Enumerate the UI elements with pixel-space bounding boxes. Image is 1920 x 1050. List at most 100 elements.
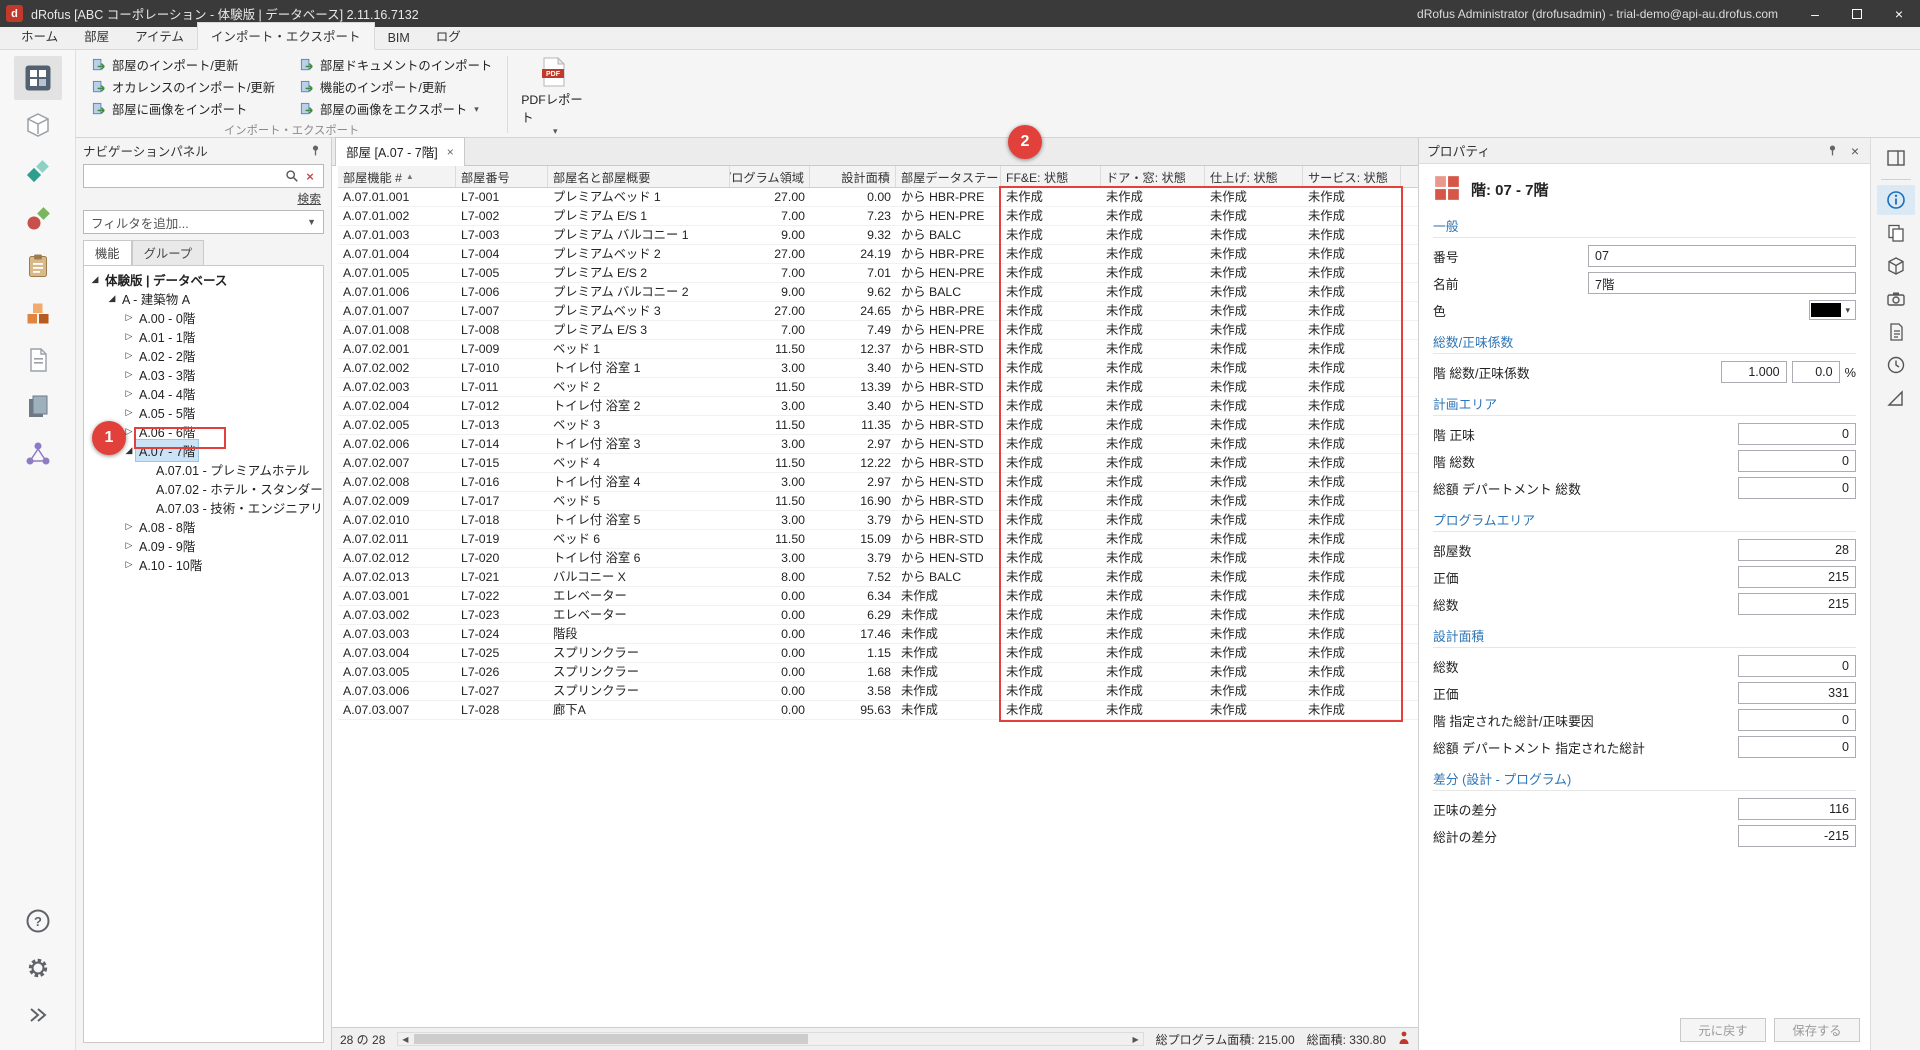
tree-item-root[interactable]: ◢体験版 | データベース (84, 270, 323, 289)
nav-tab-groups[interactable]: グループ (132, 240, 204, 265)
sidebar-reports-icon[interactable] (14, 385, 62, 429)
table-row[interactable]: A.07.03.006L7-027スプリンクラー0.003.58未作成未作成未作… (338, 682, 1418, 701)
ribbon-button-import-room-images[interactable]: 部屋に画像をインポート (84, 98, 282, 120)
color-swatch[interactable] (1811, 303, 1841, 317)
prop-input-design-gross[interactable] (1738, 655, 1856, 677)
history-icon[interactable] (1877, 350, 1915, 380)
scroll-right-icon[interactable]: ▶ (1129, 1035, 1143, 1044)
column-header-program-area[interactable]: プログラム領域 (730, 166, 810, 187)
table-row[interactable]: A.07.01.005L7-005プレミアム E/S 27.007.01から H… (338, 264, 1418, 283)
clear-search-icon[interactable]: × (301, 169, 319, 184)
tree-expander-icon[interactable]: ▷ (122, 426, 136, 437)
prop-input-number[interactable] (1588, 245, 1856, 267)
table-row[interactable]: A.07.02.001L7-009ベッド 111.5012.37から HBR-S… (338, 340, 1418, 359)
prop-input-dept-designed-gross[interactable] (1738, 736, 1856, 758)
sidebar-occurrences-icon[interactable] (14, 197, 62, 241)
settings-icon[interactable] (14, 946, 62, 990)
tree-item-a0703[interactable]: A.07.03 - 技術・エンジニアリング (84, 498, 323, 517)
close-tab-icon[interactable]: × (447, 145, 454, 159)
column-header-services-status[interactable]: サービス: 状態 (1303, 166, 1401, 187)
table-row[interactable]: A.07.03.001L7-022エレベーター0.006.34未作成未作成未作成… (338, 587, 1418, 606)
tree-item-a01[interactable]: ▷A.01 - 1階 (84, 327, 323, 346)
table-row[interactable]: A.07.03.007L7-028廊下A0.0095.63未作成未作成未作成未作… (338, 701, 1418, 720)
prop-input-floor-gross-net-factor-factor[interactable] (1721, 361, 1787, 383)
menu-tab-rooms[interactable]: 部屋 (71, 23, 122, 49)
measure-icon[interactable] (1877, 383, 1915, 413)
tree-item-a06[interactable]: ▷A.06 - 6階 (84, 422, 323, 441)
sidebar-specifications-icon[interactable] (14, 244, 62, 288)
table-row[interactable]: A.07.01.003L7-003プレミアム バルコニー 19.009.32から… (338, 226, 1418, 245)
tree-item-a0701[interactable]: A.07.01 - プレミアムホテル (84, 460, 323, 479)
prop-input-floor-designed-factor[interactable] (1738, 709, 1856, 731)
rooms-document-tab[interactable]: 部屋 [A.07 - 7階] × (335, 137, 465, 166)
column-header-design-area[interactable]: 設計面積 (810, 166, 896, 187)
menu-tab-home[interactable]: ホーム (8, 23, 71, 49)
add-filter-dropdown[interactable]: フィルタを追加... ▼ (83, 210, 324, 234)
table-row[interactable]: A.07.02.005L7-013ベッド 311.5011.35から HBR-S… (338, 416, 1418, 435)
tree-expander-icon[interactable]: ▷ (122, 540, 136, 551)
column-header-room-number[interactable]: 部屋番号 (456, 166, 548, 187)
table-row[interactable]: A.07.03.003L7-024階段0.0017.46未作成未作成未作成未作成… (338, 625, 1418, 644)
camera-icon[interactable] (1877, 284, 1915, 314)
table-row[interactable]: A.07.02.004L7-012トイレ付 浴室 23.003.40から HEN… (338, 397, 1418, 416)
prop-input-name[interactable] (1588, 272, 1856, 294)
tree-item-a07[interactable]: ◢A.07 - 7階 (84, 441, 323, 460)
search-link[interactable]: 検索 (86, 190, 321, 207)
table-row[interactable]: A.07.02.013L7-021バルコニー X8.007.52から BALC未… (338, 568, 1418, 587)
pin-icon[interactable] (1824, 142, 1842, 160)
search-input[interactable] (88, 169, 283, 183)
table-row[interactable]: A.07.02.002L7-010トイレ付 浴室 13.003.40から HEN… (338, 359, 1418, 378)
sidebar-products-icon[interactable] (14, 291, 62, 335)
ribbon-button-export-room-images[interactable]: 部屋の画像をエクスポート▾ (292, 98, 499, 120)
sidebar-rooms-icon[interactable] (14, 56, 62, 100)
close-button[interactable]: × (1878, 0, 1920, 27)
prop-input-gross-difference[interactable] (1738, 825, 1856, 847)
ribbon-button-import-occurrences[interactable]: オカレンスのインポート/更新 (84, 76, 282, 98)
column-header-ffe-status[interactable]: FF&E: 状態 (1001, 166, 1101, 187)
tree-item-a08[interactable]: ▷A.08 - 8階 (84, 517, 323, 536)
table-row[interactable]: A.07.02.007L7-015ベッド 411.5012.22から HBR-S… (338, 454, 1418, 473)
table-row[interactable]: A.07.01.004L7-004プレミアムベッド 227.0024.19から … (338, 245, 1418, 264)
column-header-room-data-status[interactable]: 部屋データステータス (896, 166, 1001, 187)
prop-input-program-gross[interactable] (1738, 593, 1856, 615)
table-row[interactable]: A.07.01.006L7-006プレミアム バルコニー 29.009.62から… (338, 283, 1418, 302)
color-picker[interactable]: ▾ (1809, 300, 1856, 320)
prop-input-floor-gross-net-factor-percent[interactable] (1792, 361, 1840, 383)
prop-input-dept-gross[interactable] (1738, 477, 1856, 499)
table-row[interactable]: A.07.01.002L7-002プレミアム E/S 17.007.23から H… (338, 207, 1418, 226)
tree-expander-icon[interactable]: ▷ (122, 559, 136, 570)
prop-input-program-net[interactable] (1738, 566, 1856, 588)
tree-expander-icon[interactable]: ▷ (122, 388, 136, 399)
table-row[interactable]: A.07.01.001L7-001プレミアムベッド 127.000.00から H… (338, 188, 1418, 207)
tree-item-building-a[interactable]: ◢A - 建築物 A (84, 289, 323, 308)
tree-item-a04[interactable]: ▷A.04 - 4階 (84, 384, 323, 403)
tree-item-a00[interactable]: ▷A.00 - 0階 (84, 308, 323, 327)
model-icon[interactable] (1877, 251, 1915, 281)
prop-input-net-difference[interactable] (1738, 798, 1856, 820)
ribbon-button-import-functions[interactable]: 機能のインポート/更新 (292, 76, 499, 98)
prop-input-design-net[interactable] (1738, 682, 1856, 704)
tree-expander-icon[interactable]: ▷ (122, 331, 136, 342)
maximize-button[interactable] (1836, 0, 1878, 27)
save-button[interactable]: 保存する (1774, 1018, 1860, 1042)
prop-input-room-count[interactable] (1738, 539, 1856, 561)
undo-button[interactable]: 元に戻す (1680, 1018, 1766, 1042)
sidebar-documents-icon[interactable] (14, 338, 62, 382)
close-panel-icon[interactable]: × (1848, 143, 1862, 159)
menu-tab-bim[interactable]: BIM (375, 28, 423, 49)
tree-item-a10[interactable]: ▷A.10 - 10階 (84, 555, 323, 574)
tree-expander-icon[interactable]: ▷ (122, 312, 136, 323)
ribbon-button-import-room-documents[interactable]: 部屋ドキュメントのインポート (292, 54, 499, 76)
search-icon[interactable] (283, 169, 301, 183)
column-header-function[interactable]: 部屋機能 #▲ (338, 166, 456, 187)
tree-item-a03[interactable]: ▷A.03 - 3階 (84, 365, 323, 384)
tree-expander-icon[interactable]: ◢ (88, 274, 102, 285)
column-header-doors-windows-status[interactable]: ドア・窓: 状態 (1101, 166, 1205, 187)
prop-input-floor-net[interactable] (1738, 423, 1856, 445)
table-row[interactable]: A.07.03.002L7-023エレベーター0.006.29未作成未作成未作成… (338, 606, 1418, 625)
sidebar-systems-icon[interactable] (14, 432, 62, 476)
copy-icon[interactable] (1877, 218, 1915, 248)
sidebar-items-icon[interactable] (14, 150, 62, 194)
table-row[interactable]: A.07.02.006L7-014トイレ付 浴室 33.002.97から HEN… (338, 435, 1418, 454)
column-header-finishes-status[interactable]: 仕上げ: 状態 (1205, 166, 1303, 187)
